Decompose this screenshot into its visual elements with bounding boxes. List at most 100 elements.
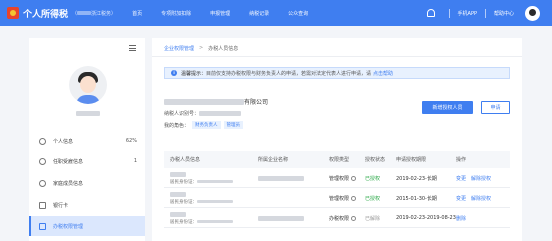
roles-row: 我的角色： 财务负责人 管理员 (164, 121, 244, 129)
status-badge: 已授权 (365, 175, 381, 182)
actions-cell: 变更 解除授权 (456, 188, 496, 208)
delete-link[interactable]: 删除 (456, 215, 466, 222)
radio-icon[interactable] (351, 195, 357, 201)
revoke-link[interactable]: 解除授权 (471, 195, 491, 202)
menu-icon[interactable] (129, 45, 136, 51)
table-header: 办税人员信息 所属企业名称 权限类型 授权状态 申请授权期限 操作 (164, 151, 510, 168)
nav-public-query[interactable]: 公众查询 (288, 10, 308, 17)
column-header: 办税人员信息 (170, 157, 201, 163)
redacted-text (197, 220, 233, 223)
change-link[interactable]: 变更 (456, 175, 466, 182)
notice-label: 温馨提示： (181, 70, 207, 77)
sidebar: 个人信息 62% 任职受雇信息 1 家庭成员信息 银行卡 办税权限管理 (29, 38, 145, 241)
sidebar-item-bank-card[interactable]: 银行卡 (29, 195, 145, 215)
sidebar-item-label: 家庭成员信息 (53, 180, 84, 187)
period-cell: 2019-02-23-长期 (396, 175, 437, 182)
notice-banner: i 温馨提示： 目前仅支持办税权限与财务负责人的申请，若需对法定代表人进行申请，… (164, 67, 510, 79)
tax-id-row: 纳税人识别号： (164, 110, 242, 117)
notice-help-link[interactable]: 点击帮助 (373, 70, 393, 77)
column-header: 所属企业名称 (258, 157, 289, 163)
column-header: 授权状态 (365, 157, 386, 163)
roles-label: 我的角色： (164, 122, 190, 129)
divider (152, 56, 522, 57)
family-icon (39, 179, 46, 187)
redacted-text (170, 171, 186, 177)
column-header: 申请授权期限 (396, 157, 427, 163)
mobile-app-link[interactable]: 手机APP (458, 10, 477, 17)
table-row: 居民身份证： 管理权限 已授权 2015-01-30-长期 变更 解除授权 (164, 188, 510, 208)
redacted-text (199, 111, 242, 116)
tax-id-label: 纳税人识别号： (164, 111, 200, 117)
period-cell: 2015-01-30-长期 (396, 195, 437, 202)
permission-type-cell: 管理权限 (329, 168, 357, 188)
breadcrumb: 企业权限管理 > 办税人员信息 (164, 45, 238, 52)
permission-type-cell: 管理权限 (329, 188, 357, 208)
bell-icon[interactable] (426, 9, 435, 17)
period-cell: 2019-02-23-2019-08-23 (396, 215, 456, 221)
permission-type-cell: 办税权限 (329, 208, 357, 228)
lock-icon (39, 222, 46, 230)
profile-avatar (69, 66, 107, 104)
company-cell (258, 208, 304, 228)
top-right-area: 手机APP 帮助中心 (426, 0, 552, 26)
breadcrumb-link[interactable]: 企业权限管理 (164, 45, 194, 52)
nav-tax-records[interactable]: 纳税记录 (249, 10, 269, 17)
main-panel: 企业权限管理 > 办税人员信息 i 温馨提示： 目前仅支持办税权限与财务负责人的… (152, 38, 522, 241)
breadcrumb-separator: > (199, 45, 204, 51)
nav-special-deduction[interactable]: 专项附加扣除 (161, 10, 191, 17)
sidebar-item-family[interactable]: 家庭成员信息 (29, 173, 145, 193)
actions-cell: 删除 (456, 208, 471, 228)
column-header: 操作 (456, 157, 467, 163)
apply-button[interactable]: 申请 (481, 101, 510, 114)
app-title: 个人所得税 (23, 9, 69, 20)
sidebar-item-tax-permission[interactable]: 办税权限管理 (29, 216, 145, 236)
change-link[interactable]: 变更 (456, 195, 466, 202)
column-header: 权限类型 (329, 157, 350, 163)
radio-icon[interactable] (351, 215, 357, 221)
person-info-cell: 居民身份证： (170, 168, 233, 188)
sidebar-item-label: 银行卡 (53, 202, 69, 209)
radio-icon[interactable] (351, 175, 357, 181)
actions-cell: 变更 解除授权 (456, 168, 496, 188)
status-badge: 已解除 (365, 215, 381, 222)
top-navbar: 个人所得税 （浙江税务） 首页 专项附加扣除 申报管理 纳税记录 公众查询 手机… (0, 0, 552, 26)
sidebar-item-label: 任职受雇信息 (53, 158, 84, 165)
user-avatar[interactable] (525, 5, 540, 21)
info-icon: i (171, 70, 177, 76)
table-row: 居民身份证： 管理权限 已授权 2019-02-23-长期 变更 解除授权 (164, 168, 510, 188)
add-authorized-person-button[interactable]: 新增授权人员 (422, 101, 473, 114)
redacted-text (258, 175, 304, 181)
redacted-text (170, 211, 186, 217)
permission-type: 管理权限 (329, 175, 350, 182)
authorization-table: 办税人员信息 所属企业名称 权限类型 授权状态 申请授权期限 操作 居民身份证：… (164, 151, 510, 228)
redacted-text (197, 200, 233, 203)
sidebar-item-employment[interactable]: 任职受雇信息 1 (29, 151, 145, 171)
card-icon (39, 201, 46, 209)
tax-logo-icon (7, 7, 19, 19)
role-tag: 财务负责人 (192, 121, 221, 129)
id-label: 居民身份证： (170, 219, 197, 225)
divider (484, 8, 486, 18)
breadcrumb-current: 办税人员信息 (208, 46, 239, 52)
redacted-text (164, 98, 244, 105)
user-icon (39, 157, 46, 165)
nav-home[interactable]: 首页 (132, 10, 142, 17)
permission-type: 管理权限 (329, 195, 350, 202)
user-icon (39, 137, 46, 145)
revoke-link[interactable]: 解除授权 (471, 175, 491, 182)
role-tag: 管理员 (223, 121, 244, 129)
nav-declaration[interactable]: 申报管理 (210, 10, 230, 17)
notice-text: 目前仅支持办税权限与财务负责人的申请，若需对法定代表人进行申请，请 (206, 70, 372, 77)
redacted-text (258, 215, 304, 221)
person-info-cell: 居民身份证： (170, 188, 233, 208)
profile-name-redacted (76, 111, 100, 116)
company-suffix: 有限公司 (244, 99, 269, 106)
sidebar-item-label: 办税权限管理 (53, 223, 84, 230)
status-badge: 已授权 (365, 195, 381, 202)
help-center-link[interactable]: 帮助中心 (494, 10, 514, 17)
sidebar-item-personal-info[interactable]: 个人信息 62% (29, 131, 145, 151)
person-info-cell: 居民身份证： (170, 208, 233, 228)
redacted-text (170, 191, 186, 197)
company-cell (258, 168, 304, 188)
completion-count: 62% (125, 138, 137, 144)
